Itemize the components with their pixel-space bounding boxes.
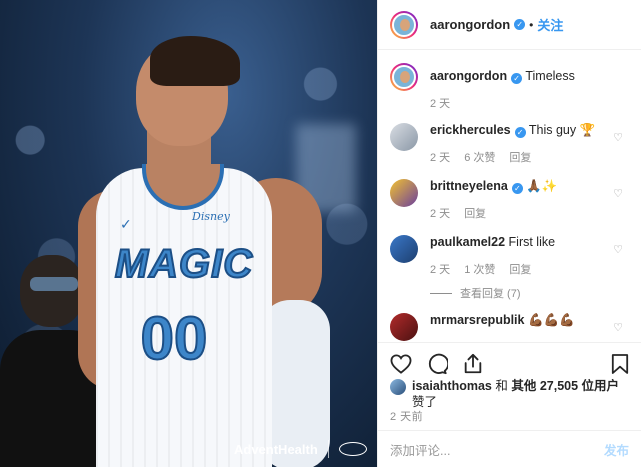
post-photo[interactable]: ✓ Disney MAGIC 00 AdventHealth — [0, 0, 377, 467]
photo-sponsor-watermark: AdventHealth — [234, 440, 367, 458]
comment-line: paulkamel22 First like — [430, 233, 629, 251]
post-comment-button[interactable]: 发布 — [604, 440, 629, 459]
view-replies[interactable]: 查看回复 (7) — [430, 285, 629, 301]
heart-icon — [390, 353, 412, 374]
comment-item: paulkamel22 First like 2 天 1 次赞 回复 查看回复 … — [390, 221, 629, 301]
comment-text: 🙏🏾✨ — [526, 179, 558, 193]
comments-list[interactable]: aarongordon ✓ Timeless 2 天 erickhercules ✓… — [378, 51, 641, 341]
comment-time: 2 天 — [430, 152, 451, 164]
jersey-maker-logo: ✓ — [120, 216, 132, 232]
comment-meta: 2 天 回复 — [430, 205, 629, 221]
sponsor-text: AdventHealth — [234, 441, 318, 457]
post-side-panel: aarongordon ✓ • 关注 aarongordon ✓ Timeless… — [377, 0, 641, 467]
bookmark-icon — [611, 353, 629, 374]
comment-time: 2 天 — [430, 208, 451, 220]
comment-line: brittneyelena ✓ 🙏🏾✨ — [430, 177, 629, 195]
header-separator: • — [529, 17, 534, 32]
replies-divider — [430, 292, 452, 294]
others-liked-link[interactable]: 其他 27,505 位用户 — [511, 379, 619, 393]
comment-button[interactable] — [426, 353, 448, 375]
comment-meta: 2 天 6 次赞 回复 — [430, 149, 629, 165]
avatar-image — [392, 12, 416, 37]
save-button[interactable] — [611, 353, 629, 375]
player-jersey: ✓ Disney MAGIC 00 — [96, 164, 272, 467]
likes-connector: 和 — [491, 379, 512, 393]
comment-like-count[interactable]: 1 次赞 — [464, 261, 495, 277]
comment-username[interactable]: brittneyelena — [430, 179, 508, 193]
comment-like-count[interactable]: 6 次赞 — [464, 149, 495, 165]
liker-avatar[interactable] — [390, 379, 406, 395]
share-icon — [464, 353, 482, 373]
commenter-avatar[interactable] — [390, 313, 418, 341]
comment-body: paulkamel22 First like 2 天 1 次赞 回复 查看回复 … — [430, 221, 629, 301]
player-figure: ✓ Disney MAGIC 00 — [0, 0, 377, 467]
comment-heart-icon[interactable]: ♡ — [613, 131, 623, 144]
follow-button[interactable]: 关注 — [537, 15, 563, 34]
jersey-collar — [142, 164, 224, 210]
reply-button[interactable]: 回复 — [509, 149, 531, 165]
verified-icon: ✓ — [511, 183, 523, 194]
avatar-image — [392, 65, 416, 89]
commenter-avatar[interactable] — [390, 179, 418, 207]
commenter-avatar[interactable] — [390, 123, 418, 151]
liker-username[interactable]: isaiahthomas — [412, 379, 492, 393]
post-action-bar — [378, 342, 641, 376]
likes-summary: isaiahthomas 和 其他 27,505 位用户 赞了 — [390, 378, 629, 410]
comment-heart-icon[interactable]: ♡ — [613, 321, 623, 334]
comment-text: 💪🏾💪🏾💪🏾 — [527, 313, 575, 327]
jersey-number: 00 — [140, 304, 209, 373]
caption-meta: 2 天 — [430, 95, 629, 111]
verified-icon: ✓ — [514, 19, 526, 30]
post-caption: aarongordon ✓ Timeless 2 天 — [390, 51, 629, 111]
reply-button[interactable]: 回复 — [509, 261, 531, 277]
reply-button[interactable]: 回复 — [464, 205, 486, 221]
comment-line: mrmarsrepublik 💪🏾💪🏾💪🏾 — [430, 311, 629, 329]
view-replies-label[interactable]: 查看回复 (7) — [460, 285, 521, 301]
caption-time: 2 天 — [430, 98, 451, 110]
jersey-team-name: MAGIC — [114, 241, 254, 287]
post-header: aarongordon ✓ • 关注 — [378, 0, 641, 50]
team-logo-icon — [338, 442, 367, 456]
author-username[interactable]: aarongordon — [430, 17, 510, 32]
caption-line: aarongordon ✓ Timeless — [430, 67, 629, 85]
commenter-avatar[interactable] — [390, 235, 418, 263]
sponsor-divider — [327, 440, 329, 458]
caption-body: aarongordon ✓ Timeless 2 天 — [430, 51, 629, 111]
comment-heart-icon[interactable]: ♡ — [613, 243, 623, 256]
comment-body: mrmarsrepublik 💪🏾💪🏾💪🏾 — [430, 301, 629, 341]
comment-username[interactable]: paulkamel22 — [430, 235, 505, 249]
author-avatar[interactable] — [390, 10, 418, 39]
comment-heart-icon[interactable]: ♡ — [613, 187, 623, 200]
comment-body: erickhercules ✓ This guy 🏆 2 天 6 次赞 回复 — [430, 111, 629, 165]
caption-username[interactable]: aarongordon — [430, 69, 507, 83]
comment-username[interactable]: mrmarsrepublik — [430, 313, 524, 327]
jersey-sponsor-logo: Disney — [192, 210, 230, 223]
comment-body: brittneyelena ✓ 🙏🏾✨ 2 天 回复 — [430, 165, 629, 221]
verified-icon: ✓ — [514, 127, 526, 138]
likes-suffix: 赞了 — [412, 395, 438, 409]
share-button[interactable] — [462, 353, 484, 375]
comment-time: 2 天 — [430, 264, 451, 276]
player-hair — [150, 36, 240, 86]
comment-text: First like — [508, 235, 556, 249]
comment-item: brittneyelena ✓ 🙏🏾✨ 2 天 回复 ♡ — [390, 165, 629, 221]
comment-item: erickhercules ✓ This guy 🏆 2 天 6 次赞 回复 ♡ — [390, 111, 629, 165]
comment-input[interactable]: 添加评论... — [390, 440, 604, 459]
comment-icon — [428, 353, 448, 374]
comment-item: mrmarsrepublik 💪🏾💪🏾💪🏾 ♡ — [390, 301, 629, 341]
comment-username[interactable]: erickhercules — [430, 123, 511, 137]
comment-text: This guy 🏆 — [528, 123, 596, 137]
likes-text: isaiahthomas 和 其他 27,505 位用户 赞了 — [412, 378, 619, 410]
post-timestamp[interactable]: 2 天前 — [390, 408, 423, 424]
caption-author-avatar[interactable] — [390, 63, 418, 91]
add-comment-bar: 添加评论... 发布 — [378, 430, 641, 467]
like-button[interactable] — [390, 353, 412, 374]
caption-text: Timeless — [525, 69, 575, 83]
comment-meta: 2 天 1 次赞 回复 — [430, 261, 629, 277]
verified-icon: ✓ — [511, 73, 523, 84]
comment-line: erickhercules ✓ This guy 🏆 — [430, 121, 629, 139]
